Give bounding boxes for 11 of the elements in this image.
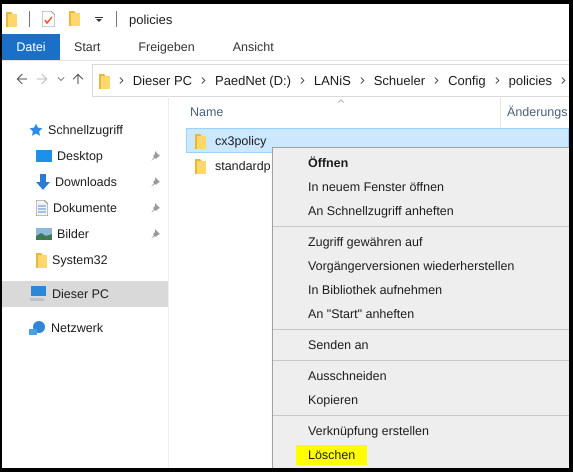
sidebar-item-label: System32 xyxy=(52,253,109,267)
sidebar-item-label: Desktop xyxy=(57,149,104,163)
sidebar-item-label: Dokumente xyxy=(53,201,118,215)
file-name: cx3policy xyxy=(215,134,266,148)
window-title: policies xyxy=(129,12,172,26)
sidebar-item-label: Schnellzugriff xyxy=(48,123,124,137)
file-name: standardp xyxy=(215,158,271,172)
sidebar-item-label: Bilder xyxy=(57,227,90,241)
sidebar-item-label: Dieser PC xyxy=(52,287,110,301)
sidebar-item-label: Downloads xyxy=(55,175,118,189)
sidebar-item-label: Netzwerk xyxy=(51,321,104,335)
